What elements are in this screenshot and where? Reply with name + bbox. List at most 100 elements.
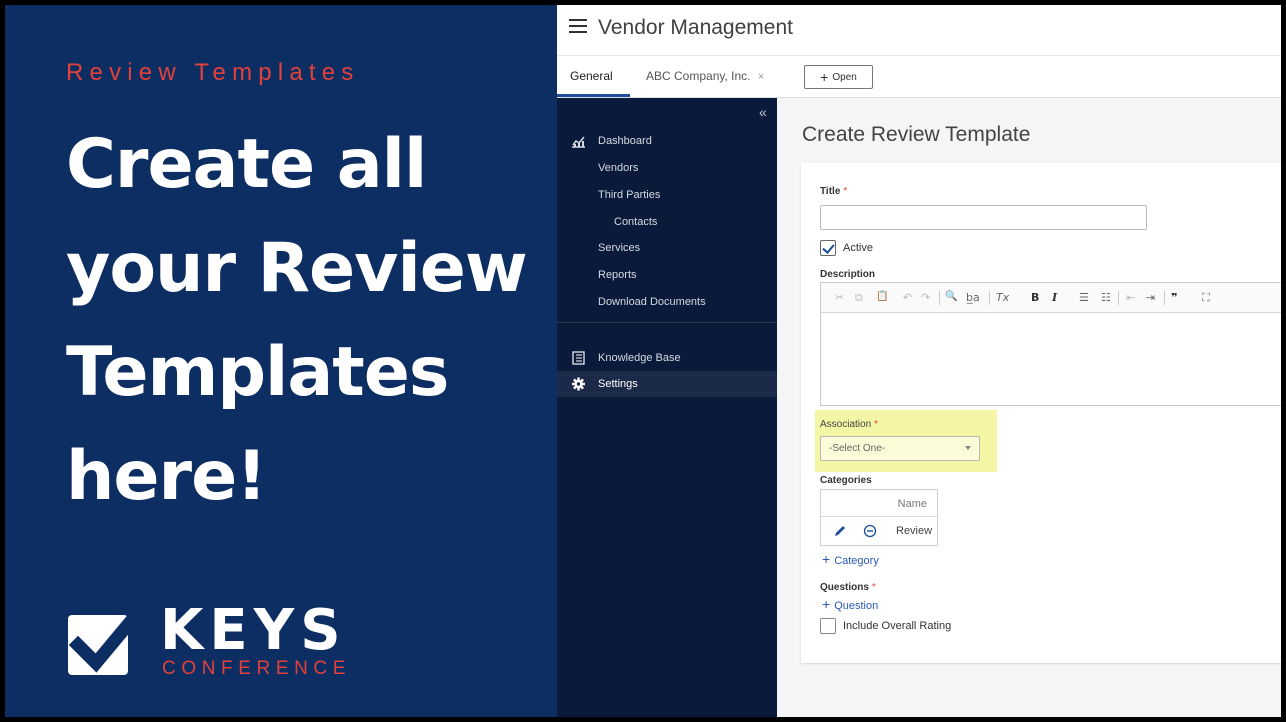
required-mark: * [874, 419, 879, 430]
main-content: Create Review Template Title * Active Des… [777, 98, 1281, 717]
toolbar-divider [1164, 291, 1165, 305]
add-category-link[interactable]: + Category [822, 551, 879, 567]
category-name: Review [896, 525, 933, 537]
book-icon [572, 351, 585, 365]
sidebar-item-knowledge-base[interactable]: Knowledge Base [557, 345, 777, 371]
tab-abc-label: ABC Company, Inc. [646, 69, 751, 83]
required-mark: * [871, 582, 876, 593]
toolbar-divider [939, 291, 940, 305]
sidebar-label: Reports [598, 269, 637, 281]
sidebar-label: Services [598, 242, 641, 254]
collapse-sidebar-icon[interactable]: « [759, 104, 767, 120]
sidebar-label: Knowledge Base [598, 352, 681, 364]
description-editor[interactable]: ✂ ⧉ 📋 ↶ ↷ 🔍 b̲a Tx B I ☰ ☷ ⇤ ⇥ ❞ ⛶ [820, 282, 1281, 406]
headline-line-3: Templates [66, 333, 449, 412]
hamburger-menu-icon[interactable] [569, 19, 587, 35]
sidebar-item-dashboard[interactable]: Dashboard [557, 128, 777, 154]
headline-line-1: Create all [66, 125, 427, 204]
plus-icon: + [822, 596, 831, 612]
association-label: Association * [820, 419, 878, 430]
overall-rating-label: Include Overall Rating [843, 620, 952, 632]
promo-eyebrow: Review Templates [66, 59, 360, 86]
logo-subtitle: CONFERENCE [162, 658, 352, 679]
sidebar-label: Download Documents [598, 296, 706, 308]
sidebar-label: Contacts [614, 216, 658, 228]
table-row: Review [821, 518, 937, 545]
close-tab-icon[interactable]: × [758, 71, 764, 83]
tab-general[interactable]: General [570, 69, 613, 83]
replace-icon[interactable]: b̲a [966, 291, 980, 304]
checkmark-logo-icon [68, 609, 138, 675]
open-button-label: Open [832, 71, 857, 83]
italic-icon[interactable]: I [1052, 291, 1057, 304]
sidebar-item-vendors[interactable]: Vendors [557, 155, 777, 181]
tab-abc-company[interactable]: ABC Company, Inc. × [646, 69, 764, 83]
app-header: Vendor Management [557, 5, 1281, 56]
active-checkbox[interactable] [820, 240, 836, 256]
screen-frame: Review Templates Create all your Review … [5, 5, 1281, 717]
tab-bar: General ABC Company, Inc. × + Open [557, 56, 1281, 98]
plus-icon: + [822, 551, 831, 567]
sidebar-item-third-parties[interactable]: Third Parties [557, 182, 777, 208]
gear-icon [572, 377, 585, 391]
dashboard-icon [572, 136, 585, 148]
undo-icon[interactable]: ↶ [903, 291, 912, 304]
sidebar-label: Settings [598, 378, 638, 390]
vendor-management-app: Vendor Management General ABC Company, I… [557, 5, 1281, 717]
open-button[interactable]: + Open [804, 65, 873, 89]
headline-line-2: your Review [66, 229, 528, 308]
sidebar-label: Vendors [598, 162, 639, 174]
redo-icon[interactable]: ↷ [921, 291, 930, 304]
cut-icon[interactable]: ✂ [835, 291, 844, 304]
keys-conference-logo: KEYS CONFERENCE [68, 601, 352, 685]
overall-rating-checkbox[interactable] [820, 618, 836, 634]
sidebar-item-services[interactable]: Services [557, 235, 777, 261]
bold-icon[interactable]: B [1031, 291, 1039, 304]
sidebar-divider [557, 322, 777, 323]
maximize-icon[interactable]: ⛶ [1202, 291, 1210, 305]
promo-headline: Create all your Review Templates here! [66, 113, 556, 529]
sidebar-item-contacts[interactable]: Contacts [557, 209, 777, 235]
active-tab-indicator [557, 94, 630, 97]
logo-word: KEYS [160, 598, 347, 663]
active-label: Active [843, 242, 873, 254]
add-category-label: Category [834, 555, 879, 567]
sidebar-item-download-documents[interactable]: Download Documents [557, 289, 777, 315]
association-select[interactable]: -Select One- [820, 436, 980, 461]
find-icon[interactable]: 🔍 [945, 291, 957, 302]
sidebar-label: Dashboard [598, 135, 652, 147]
remove-circle-icon[interactable] [863, 524, 877, 538]
copy-icon[interactable]: ⧉ [855, 291, 863, 305]
title-label: Title * [820, 186, 847, 197]
association-value: -Select One- [829, 443, 886, 454]
categories-table: Name Review [820, 489, 938, 546]
plus-icon: + [820, 69, 829, 85]
chevron-down-icon [965, 446, 971, 450]
sidebar-item-settings[interactable]: Settings [557, 371, 777, 397]
numbered-list-icon[interactable]: ☷ [1101, 291, 1111, 304]
indent-icon[interactable]: ⇥ [1146, 291, 1155, 304]
editor-toolbar: ✂ ⧉ 📋 ↶ ↷ 🔍 b̲a Tx B I ☰ ☷ ⇤ ⇥ ❞ ⛶ [821, 283, 1281, 313]
sidebar-item-reports[interactable]: Reports [557, 262, 777, 288]
add-question-label: Question [834, 600, 879, 612]
pencil-icon[interactable] [833, 524, 847, 538]
sidebar: « Dashboard Vendors Third Parties Contac… [557, 98, 777, 717]
title-input[interactable] [820, 205, 1147, 230]
headline-line-4: here! [66, 437, 267, 516]
page-title: Create Review Template [802, 123, 1031, 146]
title-label-text: Title [820, 186, 841, 197]
toolbar-divider [1118, 291, 1119, 305]
association-label-text: Association [820, 419, 872, 430]
toolbar-divider [989, 291, 990, 305]
outdent-icon[interactable]: ⇤ [1126, 291, 1135, 304]
sidebar-label: Third Parties [598, 189, 661, 201]
bulleted-list-icon[interactable]: ☰ [1079, 291, 1089, 304]
promo-panel: Review Templates Create all your Review … [5, 5, 557, 717]
add-question-link[interactable]: + Question [822, 596, 879, 612]
paste-icon[interactable]: 📋 [876, 291, 888, 302]
clear-format-icon[interactable]: Tx [996, 291, 1009, 304]
questions-label-text: Questions [820, 582, 869, 593]
categories-header: Name [821, 490, 937, 517]
description-label: Description [820, 269, 876, 280]
blockquote-icon[interactable]: ❞ [1171, 291, 1177, 304]
